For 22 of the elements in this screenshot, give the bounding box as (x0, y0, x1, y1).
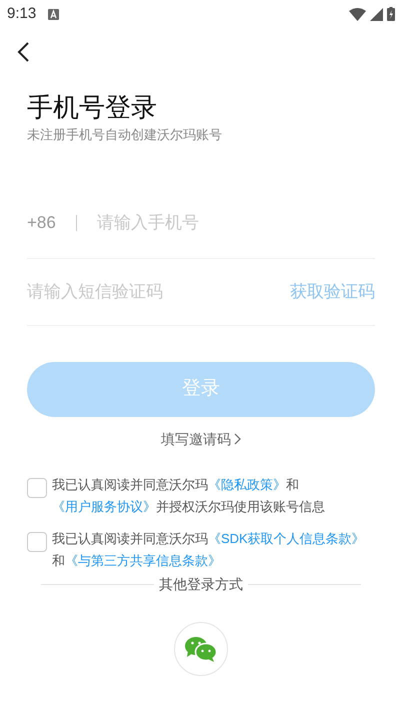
other-login-label: 其他登录方式 (158, 574, 244, 594)
battery-icon (387, 7, 395, 21)
agreement-link[interactable]: 《隐私政策》 (208, 476, 286, 492)
wechat-login-button[interactable] (174, 622, 228, 676)
agreement-link[interactable]: 《与第三方共享信息条款》 (65, 552, 221, 568)
country-code[interactable]: +86 (27, 210, 56, 236)
agreement-checkbox[interactable] (27, 478, 47, 498)
wifi-icon (349, 8, 366, 20)
agreement-text: 我已认真阅读并同意沃尔玛《隐私政策》和 《用户服务协议》并授权沃尔玛使用该账号信息 (52, 476, 326, 516)
agreement-link[interactable]: 《用户服务协议》 (52, 498, 156, 514)
agreement-text: 我已认真阅读并同意沃尔玛《SDK获取个人信息条款》 和《与第三方共享信息条款》 (52, 530, 366, 570)
page-title: 手机号登录 (27, 91, 158, 124)
signal-icon (370, 8, 383, 20)
chat-bubbles-icon (185, 636, 217, 662)
status-time: 9:13 (7, 4, 36, 24)
notification-icon (48, 8, 60, 20)
invite-code-link[interactable]: 填写邀请码 (161, 428, 241, 450)
chevron-right-icon (234, 433, 241, 445)
agreement-link[interactable]: 《SDK获取个人信息条款》 (208, 530, 365, 546)
subtitle: 未注册手机号自动创建沃尔玛账号 (27, 126, 223, 144)
back-button[interactable] (17, 41, 31, 63)
agreement-checkbox[interactable] (27, 532, 47, 552)
